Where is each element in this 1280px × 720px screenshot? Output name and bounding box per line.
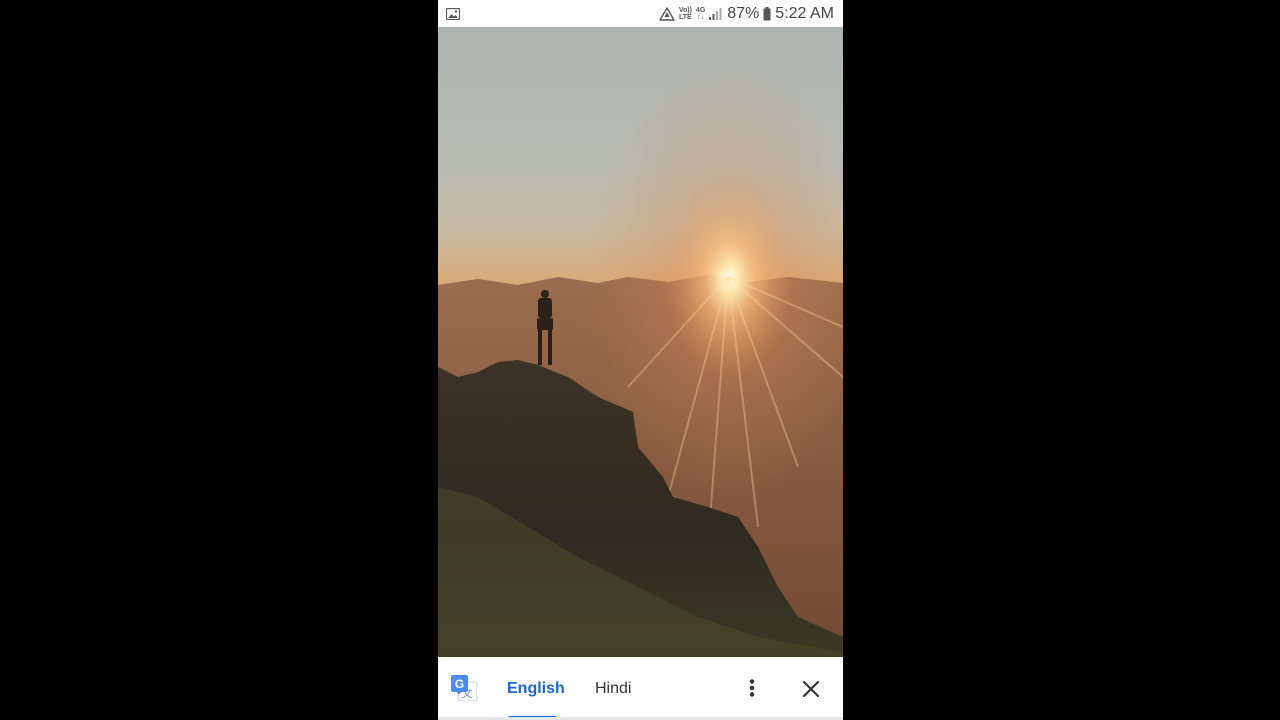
network-type-label: 4G xyxy=(695,6,706,14)
translate-bar: 文 G English Hindi xyxy=(438,657,843,720)
more-vert-icon[interactable] xyxy=(740,675,764,701)
photo-illustration xyxy=(438,27,843,657)
clock: 5:22 AM xyxy=(775,4,834,22)
network-4g-icon: 4G ↑↓ xyxy=(696,7,705,21)
google-translate-icon[interactable]: 文 G xyxy=(451,675,478,702)
close-icon[interactable] xyxy=(798,676,824,702)
signal-icon xyxy=(709,7,723,20)
volte-icon: Vo)) LTE xyxy=(679,7,692,21)
gallery-icon xyxy=(446,7,460,20)
tab-source-language[interactable]: English xyxy=(507,679,565,699)
battery-icon xyxy=(763,6,771,21)
volte-bottom-label: LTE xyxy=(679,13,692,21)
sunrise-photo xyxy=(438,27,843,657)
svg-text:G: G xyxy=(455,677,464,691)
phone-screen: Vo)) LTE 4G ↑↓ 87% 5:22 AM 文 G English H… xyxy=(438,0,843,720)
battery-percent: 87% xyxy=(727,4,760,22)
tab-target-language[interactable]: Hindi xyxy=(595,679,631,699)
volte-top-label: Vo)) xyxy=(678,6,692,14)
data-saver-icon xyxy=(659,6,675,21)
status-bar: Vo)) LTE 4G ↑↓ 87% 5:22 AM xyxy=(438,0,843,27)
network-arrows-label: ↑↓ xyxy=(697,13,705,21)
